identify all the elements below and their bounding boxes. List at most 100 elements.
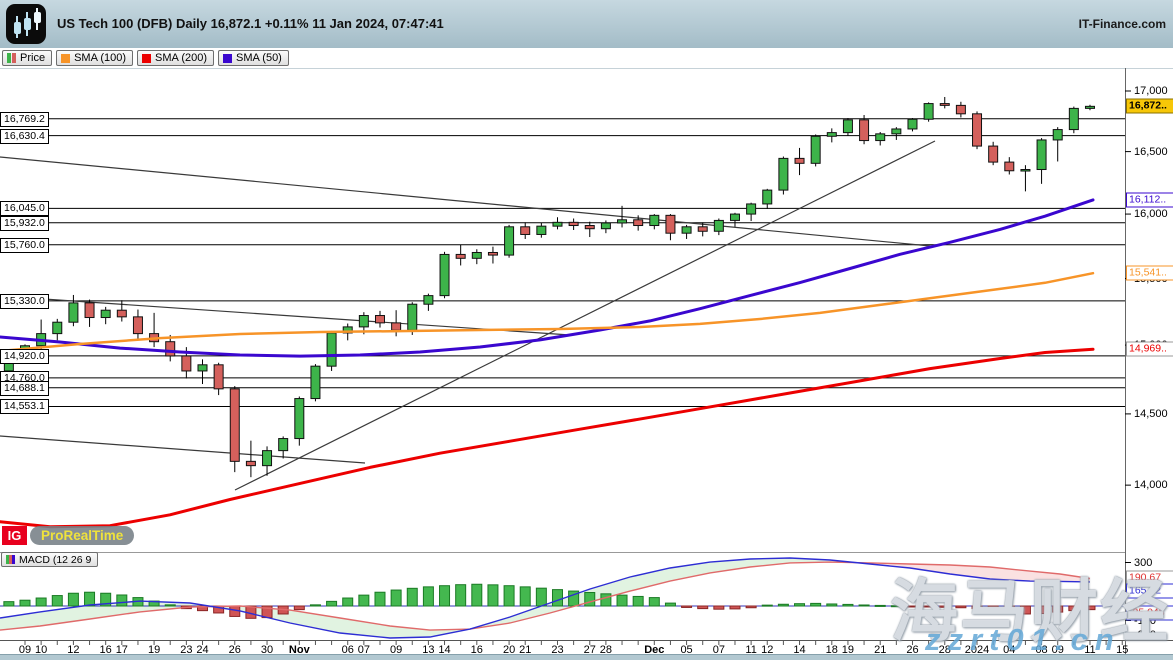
macd-histogram-bar [536, 588, 546, 606]
macd-histogram-bar [327, 601, 337, 606]
macd-histogram-bar [294, 606, 304, 610]
candle-body [892, 129, 901, 134]
candle-body [747, 204, 756, 214]
macd-histogram-bar [423, 587, 433, 606]
title-bar: US Tech 100 (DFB) Daily 16,872.1 +0.11% … [0, 0, 1173, 49]
candle-body [682, 227, 691, 233]
legend-chip-sma50[interactable]: SMA (50) [218, 50, 289, 66]
macd-histogram-bar [730, 606, 740, 609]
candle-body [1037, 140, 1046, 170]
candle-body [408, 304, 417, 330]
legend-sma200-label: SMA (200) [155, 52, 207, 64]
macd-histogram-bar [4, 602, 14, 606]
macd-histogram-bar [68, 593, 78, 606]
provider-logo: IG ProRealTime [2, 526, 134, 545]
candle-body [924, 104, 933, 120]
legend-sma50-label: SMA (50) [236, 52, 282, 64]
candle-body [166, 342, 175, 356]
candle-body [246, 461, 255, 465]
candle-body [730, 214, 739, 220]
candle-body [1005, 162, 1014, 171]
macd-histogram-bar [633, 596, 643, 606]
macd-series-icon [6, 555, 15, 564]
macd-histogram-bar [585, 593, 595, 606]
macd-chip-label: MACD (12 26 9 [19, 554, 91, 566]
candle-body [973, 114, 982, 146]
macd-histogram-bar [456, 585, 466, 606]
macd-histogram-bar [795, 604, 805, 606]
candle-body [1085, 106, 1094, 108]
sma50-line [0, 200, 1093, 356]
candle-body [1069, 108, 1078, 129]
macd-histogram-bar [682, 606, 692, 607]
watermark-site: zzrt01.cn [925, 622, 1121, 658]
brand-link[interactable]: IT-Finance.com [1079, 0, 1166, 48]
candle-body [634, 220, 643, 226]
macd-histogram-bar [117, 595, 127, 606]
chart-title: US Tech 100 (DFB) Daily 16,872.1 +0.11% … [57, 0, 444, 48]
candle-body [876, 134, 885, 141]
candle-body [666, 215, 675, 233]
candle-body [1053, 130, 1062, 140]
candle-body [359, 316, 368, 327]
candle-body [537, 226, 546, 234]
candle-body [456, 254, 465, 258]
candle-body [698, 227, 707, 231]
candle-body [4, 352, 13, 371]
macd-histogram-bar [472, 584, 482, 606]
candle-body [505, 227, 514, 255]
candle-body [424, 296, 433, 305]
candle-body [827, 133, 836, 137]
candle-body [198, 365, 207, 371]
candle-body [989, 146, 998, 162]
candle-body [956, 105, 965, 113]
macd-histogram-bar [827, 604, 837, 606]
candle-body [569, 222, 578, 225]
macd-histogram-bar [343, 598, 353, 606]
macd-histogram-bar [20, 600, 30, 606]
ig-logo: IG [2, 526, 27, 545]
legend-chip-sma100[interactable]: SMA (100) [56, 50, 133, 66]
macd-indicator-chip[interactable]: MACD (12 26 9 [1, 552, 98, 567]
candle-body [263, 451, 272, 466]
candle-body [601, 223, 610, 229]
sma50-swatch-icon [223, 54, 232, 63]
sma200-line [0, 349, 1093, 526]
candle-body [182, 356, 191, 371]
candle-body [69, 303, 78, 322]
candle-body [521, 227, 530, 235]
candle-body [650, 215, 659, 225]
macd-histogram-bar [746, 606, 756, 608]
candle-body [279, 439, 288, 451]
macd-histogram-bar [617, 595, 627, 606]
candle-body [117, 310, 126, 317]
sma200-swatch-icon [142, 54, 151, 63]
candle-body [618, 220, 627, 223]
candle-body [488, 252, 497, 255]
trend-line [0, 436, 365, 463]
candle-body [860, 120, 869, 141]
candle-body [553, 222, 562, 226]
legend-row: Price SMA (100) SMA (200) SMA (50) [0, 48, 1173, 68]
legend-sma100-label: SMA (100) [74, 52, 126, 64]
macd-histogram-bar [407, 588, 417, 606]
candle-body [843, 120, 852, 133]
macd-histogram-bar [811, 603, 821, 606]
macd-histogram-bar [649, 598, 659, 606]
macd-histogram-bar [165, 605, 175, 606]
candle-body [214, 365, 223, 389]
macd-histogram-bar [504, 586, 514, 606]
macd-histogram-bar [875, 605, 885, 606]
candle-body [311, 366, 320, 398]
price-series-icon [7, 53, 16, 63]
macd-histogram-bar [859, 605, 869, 606]
candle-body [779, 158, 788, 190]
legend-chip-sma200[interactable]: SMA (200) [137, 50, 214, 66]
macd-histogram-bar [698, 606, 708, 609]
macd-fill [213, 558, 857, 638]
candle-body [908, 119, 917, 129]
macd-histogram-bar [359, 595, 369, 606]
legend-chip-price[interactable]: Price [2, 50, 52, 66]
candle-body [53, 322, 62, 333]
candle-body [133, 317, 142, 334]
